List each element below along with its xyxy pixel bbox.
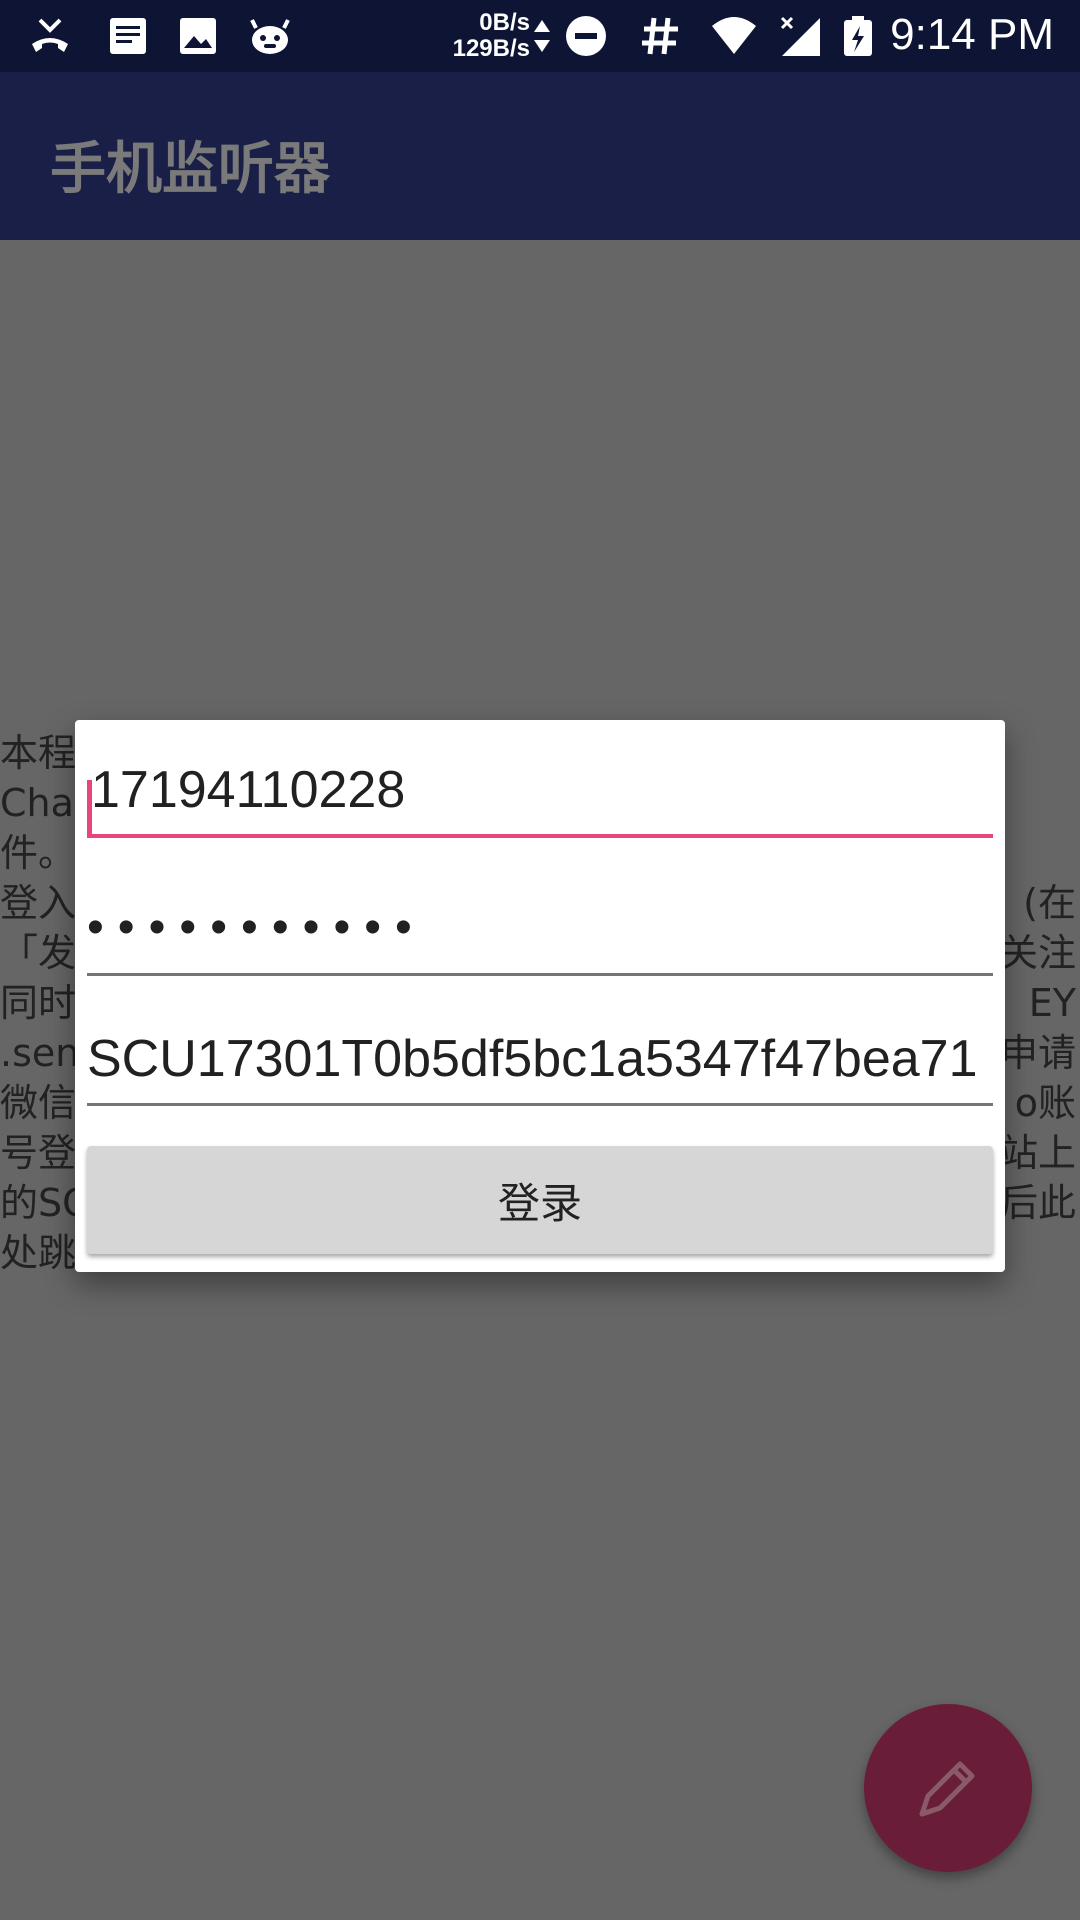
phone-value: 17194110228 xyxy=(91,761,406,819)
bug-icon xyxy=(250,19,290,54)
image-icon xyxy=(180,18,216,54)
password-input[interactable]: ••••••••••• xyxy=(87,876,993,976)
net-speed-arrows-icon xyxy=(534,20,550,52)
signal-icon xyxy=(780,16,820,56)
notes-icon xyxy=(110,18,146,54)
net-down-text: 0B/s xyxy=(479,9,530,36)
dnd-icon xyxy=(566,16,606,56)
password-value: ••••••••••• xyxy=(87,901,426,954)
battery-charging-icon xyxy=(844,16,872,56)
status-bar: 0B/s 129B/s 9:14 PM xyxy=(0,0,1080,72)
clock: 9:14 PM xyxy=(890,10,1054,59)
login-button[interactable]: 登录 xyxy=(87,1146,993,1254)
key-value: SCU17301T0b5df5bc1a5347f47bea71 xyxy=(87,1030,978,1088)
wifi-icon xyxy=(712,17,756,54)
hash-icon xyxy=(642,17,678,55)
pencil-icon xyxy=(919,1761,975,1817)
app-bar: 手机监听器 xyxy=(0,72,1080,240)
phone-input[interactable]: 17194110228 xyxy=(87,748,993,838)
network-speed: 0B/s 129B/s xyxy=(440,10,530,62)
key-input[interactable]: SCU17301T0b5df5bc1a5347f47bea71 xyxy=(87,1002,993,1106)
net-up-text: 129B/s xyxy=(452,35,530,62)
app-title: 手机监听器 xyxy=(50,137,330,202)
login-dialog: 17194110228 ••••••••••• SCU17301T0b5df5b… xyxy=(75,720,1005,1272)
edit-fab-button[interactable] xyxy=(864,1704,1032,1872)
missed-call-icon xyxy=(32,18,68,52)
